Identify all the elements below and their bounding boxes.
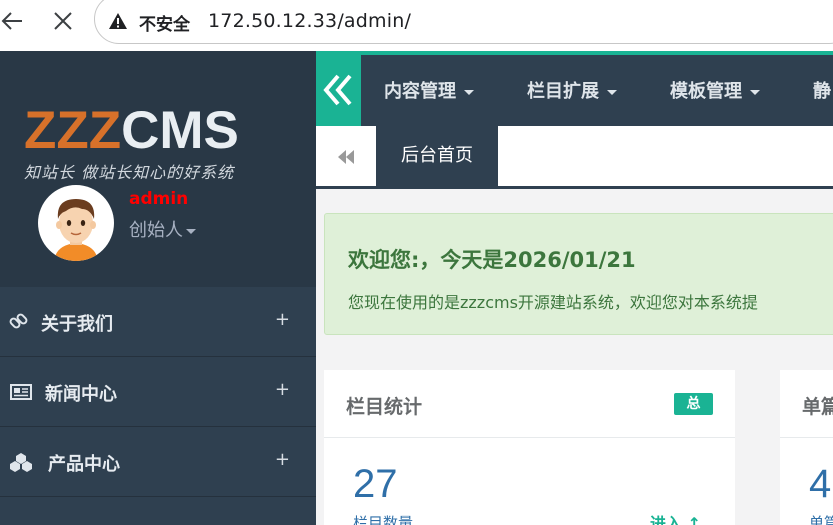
close-icon[interactable] — [50, 8, 76, 34]
total-badge: 总 — [674, 393, 713, 415]
column-count-label: 栏目数量 — [353, 514, 414, 525]
sidebar-item-label: 关于我们 — [41, 314, 113, 335]
warning-triangle-icon[interactable] — [108, 12, 128, 30]
card-title: 单篇 — [802, 396, 833, 418]
username[interactable]: admin — [129, 189, 188, 209]
address-bar[interactable] — [94, 0, 833, 44]
sidebar-item-label: 新闻中心 — [45, 384, 117, 405]
menu-static[interactable]: 静 — [813, 77, 831, 103]
top-navbar: 内容管理 栏目扩展 模板管理 静 — [316, 51, 833, 126]
expand-icon[interactable]: + — [275, 449, 290, 470]
newspaper-icon — [8, 381, 32, 403]
single-page-label: 单篇 — [809, 514, 833, 525]
back-arrow-icon[interactable] — [0, 8, 26, 34]
card-header: 栏目统计 总 — [324, 370, 735, 438]
expand-icon[interactable]: + — [275, 309, 290, 330]
tab-strip: 后台首页 — [316, 126, 833, 189]
menu-template-management[interactable]: 模板管理 — [670, 77, 760, 103]
sidebar: ZZZCMS 知站长 做站长知心的好系统 admin 创始人 关于我们 + 新闻… — [0, 51, 316, 525]
link-icon — [8, 311, 30, 333]
expand-icon[interactable]: + — [275, 379, 290, 400]
tab-home[interactable]: 后台首页 — [376, 126, 498, 186]
column-count: 27 — [353, 462, 398, 506]
user-role-dropdown[interactable]: 创始人 — [129, 216, 196, 242]
single-page-card: 单篇 4 单篇 — [780, 370, 833, 525]
caret-down-icon — [750, 89, 760, 95]
caret-down-icon — [186, 228, 196, 234]
welcome-alert: 欢迎您:，今天是2026/01/21 您现在使用的是zzzcms开源建站系统，欢… — [324, 213, 833, 335]
sidebar-item-products[interactable]: 产品中心 + — [0, 427, 316, 497]
avatar[interactable] — [38, 185, 114, 261]
caret-down-icon — [607, 89, 617, 95]
card-title: 栏目统计 — [346, 396, 423, 418]
card-header: 单篇 — [780, 370, 833, 438]
user-role-label: 创始人 — [129, 220, 183, 241]
enter-link[interactable]: 进入 ↑ — [650, 510, 701, 525]
logo-slogan: 知站长 做站长知心的好系统 — [24, 163, 235, 182]
logo-wordmark: ZZZCMS — [24, 101, 239, 160]
collapse-sidebar-button[interactable] — [316, 55, 361, 126]
cubes-icon — [8, 451, 32, 473]
sidebar-item-news[interactable]: 新闻中心 + — [0, 357, 316, 427]
tab-scroll-left-button[interactable] — [316, 126, 376, 186]
browser-toolbar: 不安全 172.50.12.33/admin/ — [0, 0, 833, 47]
welcome-text: 您现在使用的是zzzcms开源建站系统，欢迎您对本系统提 — [348, 293, 758, 312]
column-stats-card: 栏目统计 总 27 栏目数量 进入 ↑ — [324, 370, 735, 525]
insecure-label[interactable]: 不安全 — [139, 10, 190, 35]
sidebar-item-about[interactable]: 关于我们 + — [0, 287, 316, 357]
sidebar-item-label: 产品中心 — [48, 454, 120, 475]
url-text[interactable]: 172.50.12.33/admin/ — [208, 10, 411, 32]
menu-content-management[interactable]: 内容管理 — [384, 77, 474, 103]
welcome-title: 欢迎您:，今天是2026/01/21 — [348, 248, 636, 272]
main-content: 欢迎您:，今天是2026/01/21 您现在使用的是zzzcms开源建站系统，欢… — [316, 189, 833, 525]
menu-column-extension[interactable]: 栏目扩展 — [527, 77, 617, 103]
logo: ZZZCMS 知站长 做站长知心的好系统 — [24, 103, 239, 183]
sidebar-header: ZZZCMS 知站长 做站长知心的好系统 admin 创始人 — [0, 51, 316, 287]
single-page-count: 4 — [809, 462, 832, 506]
caret-down-icon — [464, 89, 474, 95]
